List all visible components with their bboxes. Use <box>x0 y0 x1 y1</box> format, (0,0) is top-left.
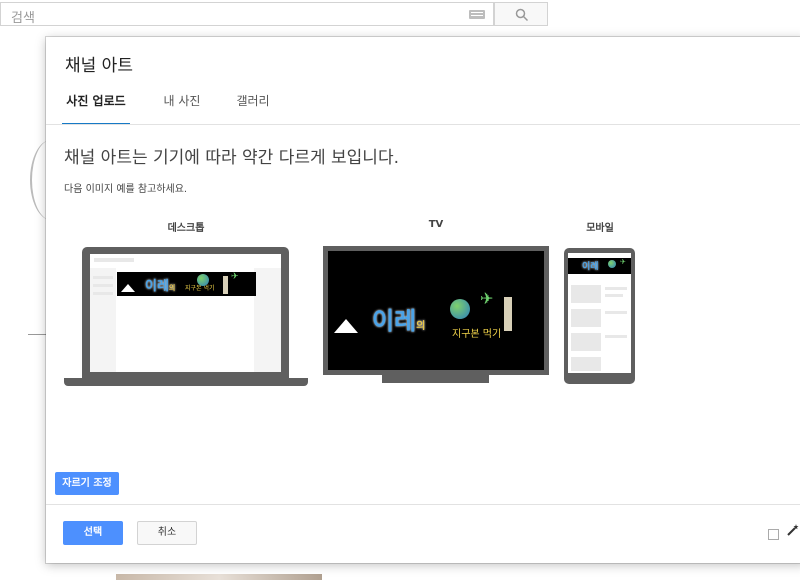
cancel-button[interactable]: 취소 <box>137 521 197 545</box>
laptop-base <box>64 378 308 386</box>
tv-stand <box>382 375 489 383</box>
search-placeholder: 검색 <box>11 11 35 26</box>
subtext: 다음 이미지 예를 참고하세요. <box>64 184 188 195</box>
tv-art-subtitle: 지구본 먹기 <box>452 329 502 340</box>
tab-upload-photo[interactable]: 사진 업로드 <box>62 92 130 125</box>
search-icon <box>515 8 529 22</box>
auto-enhance-checkbox[interactable] <box>768 529 779 540</box>
channel-art-dialog: 채널 아트 사진 업로드 내 사진 갤러리 채널 아트는 기기에 따라 약간 다… <box>46 37 800 563</box>
art-title: 이레 <box>145 279 169 294</box>
keyboard-icon[interactable] <box>469 10 485 19</box>
search-input[interactable]: 검색 <box>0 2 494 26</box>
device-label-desktop: 데스크톱 <box>167 223 205 234</box>
tv-banner-art: 이레의 지구본 먹기 ✈ <box>328 251 544 370</box>
tv-art-title: 이레 <box>372 307 417 335</box>
phone-icon: 이레 ✈ <box>564 248 635 384</box>
search-button[interactable] <box>494 2 548 26</box>
magic-wand-icon <box>787 524 799 536</box>
select-button[interactable]: 선택 <box>63 521 123 545</box>
mobile-art-title: 이레 <box>582 262 599 272</box>
mobile-banner-art: 이레 ✈ <box>568 258 631 274</box>
footer-divider <box>46 504 800 505</box>
headline: 채널 아트는 기기에 따라 약간 다르게 보입니다. <box>64 148 399 168</box>
tv-icon: 이레의 지구본 먹기 ✈ <box>323 246 549 375</box>
mobile-preview-screen: 이레 ✈ <box>568 253 631 373</box>
laptop-icon: 이레의 지구본 먹기 ✈ <box>82 247 289 378</box>
background-divider <box>28 334 48 335</box>
desktop-preview-screen: 이레의 지구본 먹기 ✈ <box>90 254 281 372</box>
tab-gallery[interactable]: 갤러리 <box>236 92 270 123</box>
device-label-tv: TV <box>428 219 444 230</box>
background-thumbnail <box>116 574 322 580</box>
desktop-banner-art: 이레의 지구본 먹기 ✈ <box>117 272 256 296</box>
tv-art-title-suffix: 의 <box>416 321 426 332</box>
device-label-mobile: 모바일 <box>586 223 614 234</box>
adjust-crop-button[interactable]: 자르기 조정 <box>55 472 119 495</box>
art-title-suffix: 의 <box>168 284 176 292</box>
tabs-divider <box>46 124 800 125</box>
dialog-title: 채널 아트 <box>65 56 133 76</box>
tab-my-photos[interactable]: 내 사진 <box>162 92 202 123</box>
